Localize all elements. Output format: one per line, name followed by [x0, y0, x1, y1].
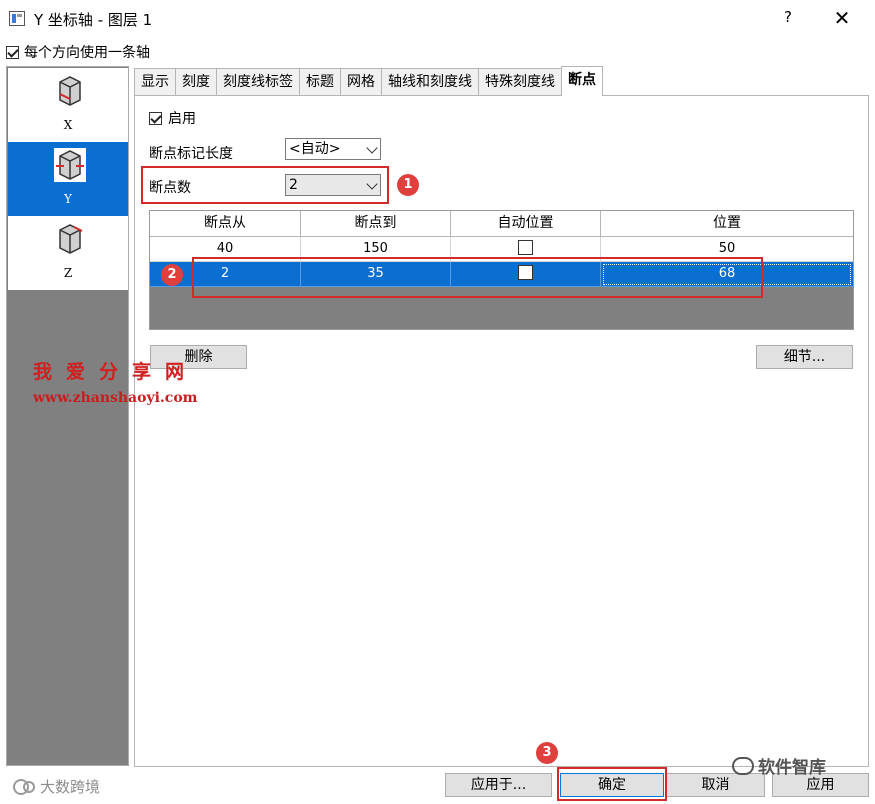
- auto-position-checkbox[interactable]: [518, 240, 533, 255]
- help-button[interactable]: ?: [778, 8, 798, 28]
- y-axis-cube-icon: [54, 148, 86, 182]
- title-bar: Y 坐标轴 - 图层 1 ? ✕: [0, 0, 875, 38]
- app-window-icon: [9, 11, 25, 26]
- breaks-panel: [134, 95, 869, 767]
- enable-breaks-option[interactable]: 启用: [149, 108, 196, 128]
- watermark-bottom-left-text: 大数跨境: [40, 778, 101, 796]
- details-button[interactable]: 细节...: [756, 345, 853, 369]
- mark-length-select[interactable]: <自动>: [285, 138, 381, 160]
- cell-to[interactable]: 35: [301, 262, 451, 287]
- tab-bar: 显示 刻度 刻度线标签 标题 网格 轴线和刻度线 特殊刻度线 断点: [134, 66, 603, 96]
- table-header: 断点从 断点到 自动位置 位置: [150, 211, 853, 237]
- axis-label-x: X: [63, 118, 73, 132]
- watermark-bottom-right-text: 软件智库: [758, 758, 826, 778]
- tab-grid[interactable]: 网格: [340, 68, 382, 95]
- tab-display[interactable]: 显示: [134, 68, 176, 95]
- z-axis-cube-icon: [54, 222, 86, 256]
- cell-from[interactable]: 40: [150, 237, 301, 262]
- axis-list: X Y Z: [6, 66, 129, 766]
- watermark-site-name: 我爱分享网: [33, 361, 199, 383]
- one-axis-per-direction-checkbox[interactable]: [6, 45, 19, 59]
- chevron-down-icon: [366, 142, 378, 154]
- x-axis-cube-icon: [54, 74, 86, 108]
- axis-item-x[interactable]: X: [8, 68, 128, 142]
- cell-to[interactable]: 150: [301, 237, 451, 262]
- column-header-position[interactable]: 位置: [601, 211, 853, 237]
- tab-line-and-ticks[interactable]: 轴线和刻度线: [381, 68, 479, 95]
- annotation-badge-1: 1: [397, 174, 419, 196]
- axis-item-z[interactable]: Z: [8, 216, 128, 290]
- wechat-icon: [732, 756, 754, 775]
- axis-item-y[interactable]: Y: [8, 142, 128, 216]
- ok-button[interactable]: 确定: [560, 773, 664, 797]
- one-axis-per-direction-label: 每个方向使用一条轴: [24, 45, 150, 61]
- apply-to-button[interactable]: 应用于...: [445, 773, 552, 797]
- one-axis-per-direction-option[interactable]: 每个方向使用一条轴: [6, 42, 150, 62]
- break-count-value: 2: [289, 177, 298, 193]
- chevron-down-icon: [366, 178, 378, 190]
- watermark-site-url: www.zhanshaoyi.com: [33, 390, 198, 406]
- tab-scale[interactable]: 刻度: [175, 68, 217, 95]
- cell-auto-position[interactable]: [451, 237, 601, 262]
- annotation-badge-2: 2: [161, 264, 183, 286]
- table-row[interactable]: 40 150 50: [150, 237, 853, 262]
- close-button[interactable]: ✕: [830, 6, 854, 30]
- axis-label-y: Y: [64, 192, 72, 206]
- tab-title[interactable]: 标题: [299, 68, 341, 95]
- cell-position[interactable]: 50: [601, 237, 853, 262]
- mark-length-value: <自动>: [289, 141, 341, 157]
- window-title: Y 坐标轴 - 图层 1: [34, 11, 153, 29]
- enable-breaks-label: 启用: [168, 111, 196, 127]
- cell-auto-position[interactable]: [451, 262, 601, 287]
- column-header-from[interactable]: 断点从: [150, 211, 301, 237]
- tab-special-ticks[interactable]: 特殊刻度线: [478, 68, 562, 95]
- watermark-logo-icon: [13, 778, 35, 795]
- auto-position-checkbox[interactable]: [518, 265, 533, 280]
- table-row-selected[interactable]: 2 35 68: [150, 262, 853, 287]
- cell-position[interactable]: 68: [601, 262, 853, 287]
- column-header-auto-position[interactable]: 自动位置: [451, 211, 601, 237]
- column-header-to[interactable]: 断点到: [301, 211, 451, 237]
- axis-label-z: Z: [63, 266, 73, 280]
- break-count-label: 断点数: [149, 180, 191, 196]
- enable-breaks-checkbox[interactable]: [149, 111, 162, 125]
- watermark-bottom-left: 大数跨境: [12, 776, 100, 797]
- breaks-table: 断点从 断点到 自动位置 位置 40 150 50 2 35 68: [149, 210, 854, 330]
- break-count-select[interactable]: 2: [285, 174, 381, 196]
- watermark-bottom-right: 软件智库: [732, 753, 826, 778]
- tab-breaks[interactable]: 断点: [561, 66, 603, 96]
- annotation-badge-3: 3: [536, 742, 558, 764]
- tab-tick-labels[interactable]: 刻度线标签: [216, 68, 300, 95]
- mark-length-label: 断点标记长度: [149, 146, 233, 162]
